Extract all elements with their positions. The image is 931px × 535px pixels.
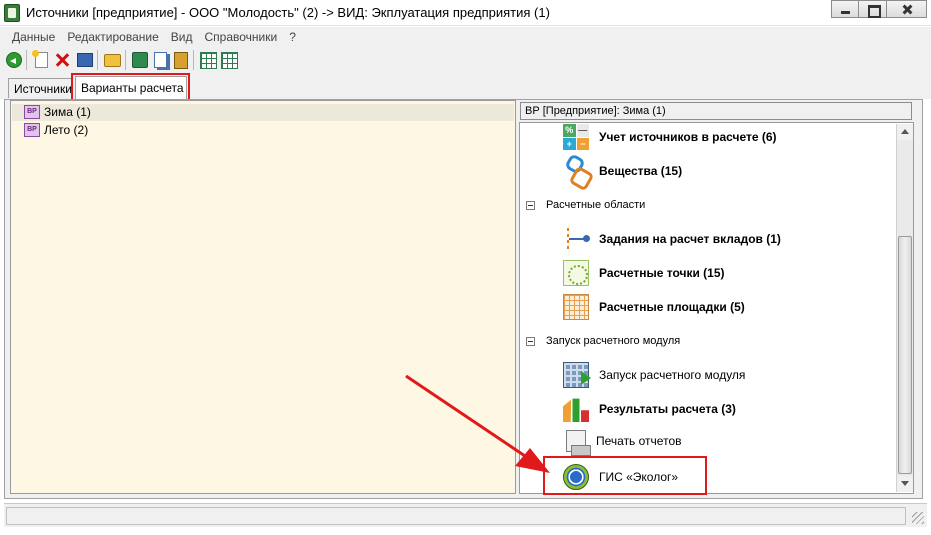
item-label: Расчетные точки (15) (599, 266, 725, 280)
menu-edit[interactable]: Редактирование (61, 30, 164, 44)
refresh-icon[interactable] (132, 52, 148, 68)
section-label: Запуск расчетного модуля (546, 335, 681, 347)
item-calc-results[interactable]: Результаты расчета (3) (563, 396, 736, 422)
copy-icon[interactable] (154, 52, 167, 68)
bp-icon: BP (24, 104, 40, 119)
menu-help[interactable]: ? (283, 30, 302, 44)
run-module-icon (563, 362, 591, 388)
item-substances[interactable]: Вещества (15) (563, 153, 683, 184)
tree-item-label: Зима (1) (44, 104, 91, 119)
section-calc-areas[interactable]: Расчетные области (526, 199, 645, 211)
print-reports-icon (566, 430, 591, 456)
window-title: Источники [предприятие] - ООО "Молодость… (26, 5, 550, 20)
item-label: Задания на расчет вкладов (1) (599, 232, 781, 246)
grid-export-icon[interactable] (200, 51, 217, 69)
resize-grip-icon[interactable] (912, 512, 924, 524)
tab-sources[interactable]: Источники (8, 78, 72, 98)
back-icon[interactable] (6, 52, 22, 68)
menu-references[interactable]: Справочники (199, 30, 284, 44)
app-icon (4, 4, 20, 22)
item-calc-points[interactable]: Расчетные точки (15) (563, 260, 725, 286)
calc-points-icon (563, 260, 589, 286)
status-bar (4, 503, 927, 527)
bp-icon: BP (24, 122, 40, 137)
tree-item-label: Лето (2) (44, 122, 89, 137)
percent-symbol: % (563, 124, 576, 137)
right-panel-scrollbar[interactable] (896, 124, 913, 492)
tasks-dot (583, 235, 590, 242)
item-run-module[interactable]: Запуск расчетного модуля (563, 362, 745, 388)
variants-tree (10, 100, 516, 494)
open-folder-icon[interactable] (104, 53, 121, 67)
item-print-reports[interactable]: Печать отчетов (563, 430, 682, 456)
calculator-icon[interactable] (174, 51, 188, 69)
item-calc-areas[interactable]: Расчетные площадки (5) (563, 294, 745, 320)
annotation-highlight-gis (543, 456, 707, 495)
item-sources-calc[interactable]: % — + − Учет источников в расчете (6) (563, 124, 777, 150)
collapse-icon[interactable] (526, 200, 535, 210)
scroll-up-icon[interactable] (897, 124, 913, 140)
results-icon (563, 398, 589, 422)
maximize-button[interactable] (859, 0, 887, 18)
calc-areas-icon (563, 294, 589, 320)
grid-import-icon[interactable] (221, 51, 238, 69)
dash-symbol: — (576, 124, 589, 137)
delete-icon[interactable] (52, 50, 72, 70)
menu-bar: Данные Редактирование Вид Справочники ? (0, 27, 931, 47)
annotation-highlight-tab (71, 73, 190, 101)
menu-data[interactable]: Данные (6, 30, 61, 44)
toolbar-separator (97, 50, 98, 70)
window-controls (831, 0, 927, 18)
section-run-module[interactable]: Запуск расчетного модуля (526, 335, 680, 347)
scroll-down-icon[interactable] (897, 476, 913, 492)
minimize-button[interactable] (831, 0, 859, 18)
close-button[interactable] (887, 0, 927, 18)
scroll-thumb[interactable] (898, 236, 912, 474)
new-document-icon[interactable] (32, 50, 48, 68)
collapse-icon[interactable] (526, 336, 535, 346)
edit-icon[interactable] (77, 53, 93, 67)
title-bar: Источники [предприятие] - ООО "Молодость… (0, 0, 931, 26)
right-panel-header: ВР [Предприятие]: Зима (1) (520, 102, 912, 120)
substances-icon (563, 153, 589, 184)
sources-calc-icon: % — + − (563, 124, 589, 150)
menu-view[interactable]: Вид (165, 30, 199, 44)
item-label: Запуск расчетного модуля (599, 368, 746, 382)
minus-symbol: − (576, 137, 589, 150)
item-label: Печать отчетов (596, 434, 682, 448)
item-label: Результаты расчета (3) (599, 402, 736, 416)
section-label: Расчетные области (546, 199, 646, 211)
toolbar-separator (193, 50, 194, 70)
toolbar-separator (26, 50, 27, 70)
item-label: Расчетные площадки (5) (599, 300, 745, 314)
plus-symbol: + (563, 137, 576, 150)
tree-item-summer[interactable]: BP Лето (2) (24, 121, 88, 138)
tasks-icon (563, 226, 590, 252)
status-pane (6, 507, 906, 525)
toolbar-separator (125, 50, 126, 70)
item-label: Вещества (15) (599, 164, 683, 178)
item-contrib-tasks[interactable]: Задания на расчет вкладов (1) (563, 226, 781, 252)
item-label: Учет источников в расчете (6) (599, 130, 777, 144)
tree-item-winter[interactable]: BP Зима (1) (24, 103, 91, 120)
toolbar (0, 47, 931, 73)
